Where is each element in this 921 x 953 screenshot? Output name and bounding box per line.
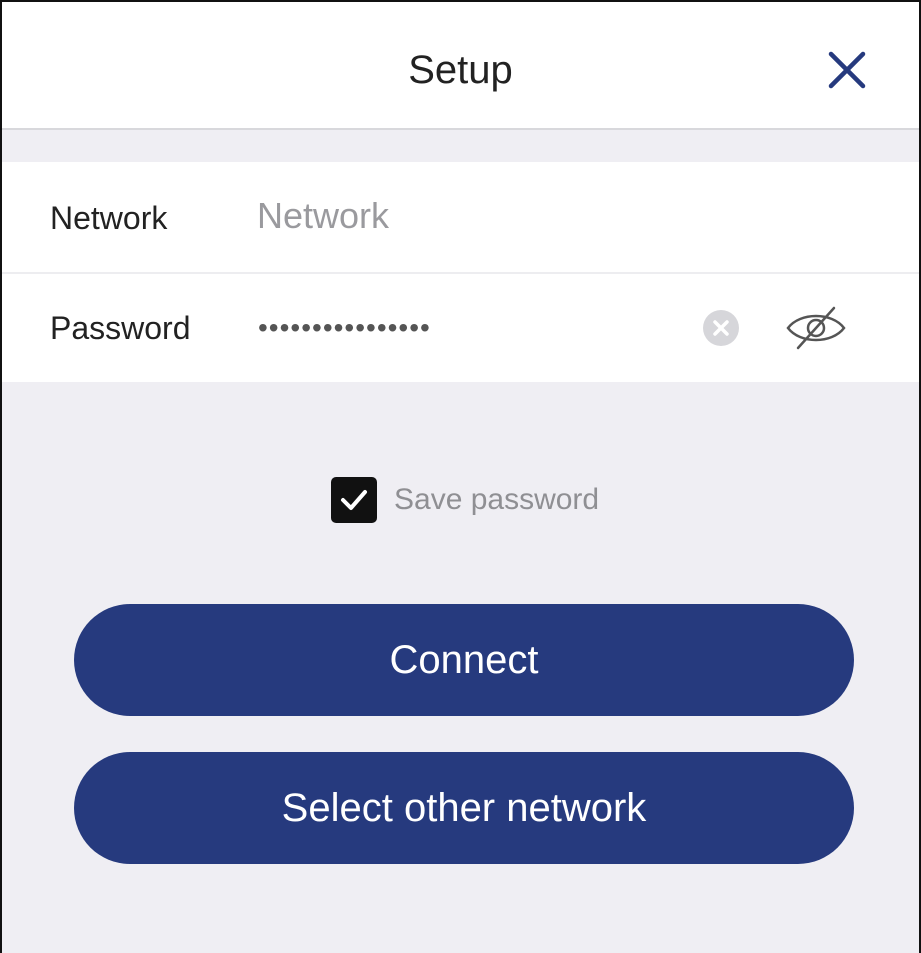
save-password-label: Save password bbox=[394, 483, 600, 516]
close-icon bbox=[828, 51, 866, 89]
setup-dialog: Setup Network Password •••••••••••••••• bbox=[0, 0, 921, 953]
close-button[interactable] bbox=[827, 50, 867, 90]
credentials-form: Network Password •••••••••••••••• bbox=[2, 162, 919, 382]
header-bar: Setup bbox=[2, 2, 919, 130]
password-field[interactable]: •••••••••••••••• bbox=[258, 308, 431, 348]
select-other-network-button[interactable]: Select other network bbox=[74, 752, 854, 864]
eye-slash-icon bbox=[786, 306, 846, 350]
checkmark-icon bbox=[341, 490, 367, 510]
save-password-row: Save password bbox=[331, 476, 599, 524]
connect-button[interactable]: Connect bbox=[74, 604, 854, 716]
network-label: Network bbox=[50, 200, 168, 236]
clear-circle-icon bbox=[703, 310, 739, 346]
save-password-checkbox[interactable] bbox=[331, 477, 377, 523]
toggle-password-visibility-button[interactable] bbox=[784, 304, 848, 352]
page-title: Setup bbox=[408, 48, 513, 92]
network-input[interactable] bbox=[257, 194, 817, 238]
password-label: Password bbox=[50, 310, 191, 346]
clear-password-button[interactable] bbox=[702, 309, 740, 347]
password-row: Password •••••••••••••••• bbox=[2, 272, 919, 384]
network-row: Network bbox=[2, 162, 919, 272]
